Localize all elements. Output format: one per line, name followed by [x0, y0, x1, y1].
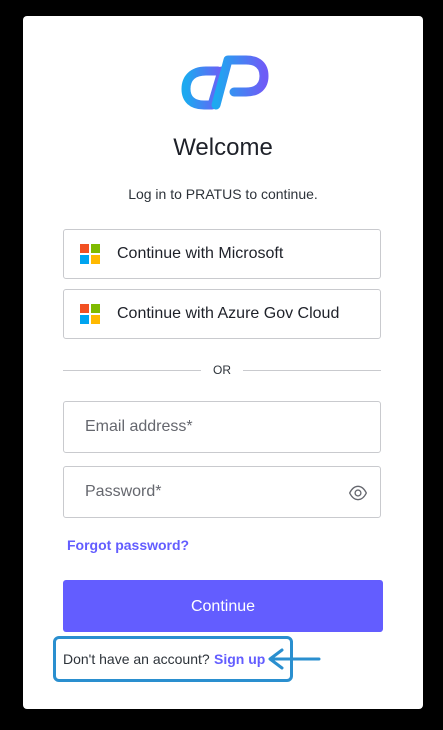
page-subtitle: Log in to PRATUS to continue.: [128, 186, 318, 202]
or-divider: OR: [63, 362, 381, 378]
continue-with-microsoft-button[interactable]: Continue with Microsoft: [63, 229, 381, 279]
email-field-wrapper: [63, 401, 381, 453]
arrow-left-icon: [268, 648, 321, 670]
password-field-wrapper: [63, 466, 381, 518]
signup-prompt: Don't have an account?: [63, 651, 210, 667]
divider-line: [243, 370, 381, 371]
pratus-logo-icon: [181, 55, 269, 110]
continue-button[interactable]: Continue: [63, 580, 383, 632]
azure-button-label: Continue with Azure Gov Cloud: [117, 305, 340, 322]
password-input[interactable]: [64, 467, 380, 517]
forgot-password-link[interactable]: Forgot password?: [67, 537, 189, 553]
microsoft-button-label: Continue with Microsoft: [117, 245, 284, 262]
page-title: Welcome: [173, 134, 273, 161]
continue-with-azure-gov-button[interactable]: Continue with Azure Gov Cloud: [63, 289, 381, 339]
microsoft-icon: [80, 244, 100, 264]
microsoft-icon: [80, 304, 100, 324]
eye-icon[interactable]: [348, 483, 368, 503]
sign-up-link[interactable]: Sign up: [214, 651, 265, 667]
email-input[interactable]: [64, 402, 380, 452]
login-card: Welcome Log in to PRATUS to continue. Co…: [23, 16, 423, 709]
